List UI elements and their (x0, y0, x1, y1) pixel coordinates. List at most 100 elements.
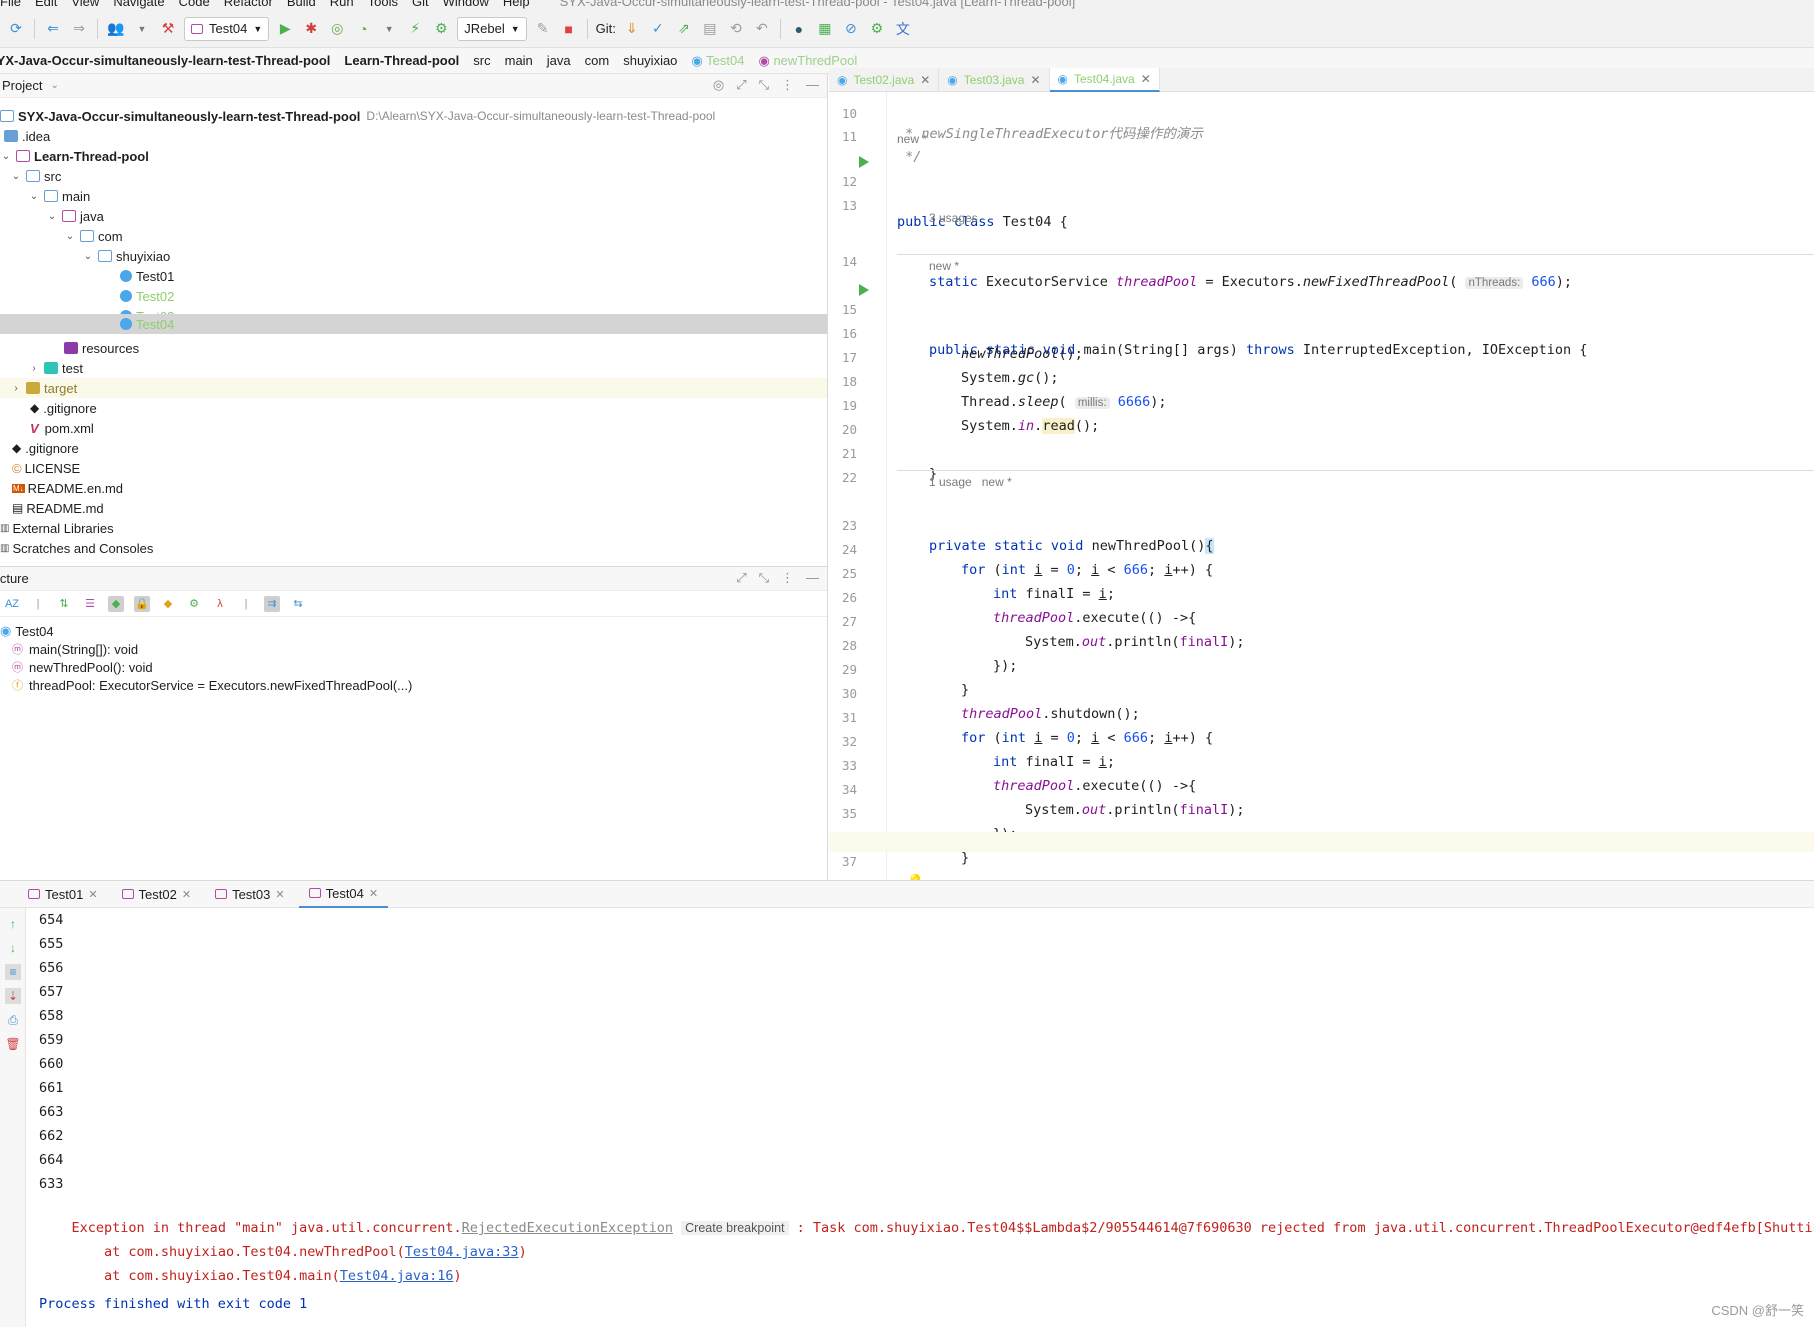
history-icon[interactable]: ⟲ (726, 19, 746, 39)
coverage-icon[interactable]: ◎ (327, 19, 347, 39)
soft-wrap-icon[interactable]: ≡ (5, 964, 21, 980)
git-update-icon[interactable]: ⇓ (622, 19, 642, 39)
forward-arrow-icon[interactable]: ⇒ (69, 19, 89, 39)
tree-item-license[interactable]: © LICENSE (12, 458, 80, 478)
structure-method-main[interactable]: ⓜ main(String[]): void (12, 639, 138, 659)
tab-test04[interactable]: ◉ Test04.java ✕ (1049, 68, 1160, 92)
chevron-down-icon[interactable]: ⌄ (64, 231, 76, 242)
close-icon[interactable]: ✕ (182, 888, 191, 901)
run-gutter-icon[interactable] (859, 284, 869, 296)
structure-title[interactable]: Structure (0, 571, 29, 586)
breadcrumb-com[interactable]: com (585, 53, 610, 68)
minimize-icon[interactable]: — (806, 77, 819, 93)
stop-icon[interactable]: ■ (559, 19, 579, 39)
breadcrumb-main[interactable]: main (505, 53, 533, 68)
chevron-down-icon[interactable]: ⌄ (82, 251, 94, 262)
chevron-right-icon[interactable]: › (10, 383, 22, 394)
breadcrumb-src[interactable]: src (473, 53, 490, 68)
menu-file[interactable]: File (0, 0, 21, 9)
lambda-icon[interactable]: λ (212, 596, 228, 612)
menu-git[interactable]: Git (412, 0, 429, 9)
tree-item-java[interactable]: ⌄ java (46, 206, 104, 226)
expand-icon[interactable]: ⤢ (736, 77, 746, 93)
record-icon[interactable]: ● (789, 19, 809, 39)
trash-icon[interactable]: 🗑 (5, 1036, 21, 1052)
build-hammer-icon[interactable]: ⚒ (158, 19, 178, 39)
close-icon[interactable]: ✕ (275, 888, 284, 901)
chevron-down-icon[interactable]: ⌄ (10, 171, 22, 182)
git-push-icon[interactable]: ⇗ (674, 19, 694, 39)
menu-edit[interactable]: Edit (35, 0, 57, 9)
sort-visibility-icon[interactable]: ⇅ (56, 596, 72, 612)
source-link[interactable]: Test04.java:16 (340, 1268, 454, 1284)
show-fields-icon[interactable]: ☰ (82, 596, 98, 612)
tree-item-external-libraries[interactable]: ▥ External Libraries (0, 518, 114, 538)
project-title[interactable]: Project (2, 78, 42, 93)
tree-item-test04[interactable]: Test04 (0, 314, 827, 334)
collapse-icon[interactable]: ⤡ (759, 570, 769, 586)
breadcrumb-project[interactable]: SYX-Java-Occur-simultaneously-learn-test… (0, 53, 330, 68)
close-icon[interactable]: ✕ (920, 73, 930, 87)
more-options-icon[interactable]: ⋮ (781, 77, 794, 93)
menu-build[interactable]: Build (287, 0, 316, 9)
locate-icon[interactable]: ◎ (713, 77, 724, 93)
rollback-icon[interactable]: ↶ (752, 19, 772, 39)
menu-tools[interactable]: Tools (368, 0, 398, 9)
settings-gear-icon[interactable]: ⚙ (867, 19, 887, 39)
tree-item-gitignore-module[interactable]: ◆ .gitignore (30, 398, 97, 418)
tree-item-main[interactable]: ⌄ main (28, 186, 90, 206)
tree-item-idea[interactable]: .idea (4, 126, 50, 146)
tab-test03[interactable]: ◉ Test03.java ✕ (939, 68, 1050, 92)
tree-item-readme-en[interactable]: M↓ README.en.md (12, 478, 123, 498)
tree-item-pom[interactable]: V pom.xml (30, 418, 94, 438)
run-gutter-icon[interactable] (859, 156, 869, 168)
chevron-down-icon[interactable]: ⌄ (50, 80, 58, 91)
git-annotate-icon[interactable]: ▤ (700, 19, 720, 39)
breadcrumb-java[interactable]: java (547, 53, 571, 68)
tree-item-shuyixiao[interactable]: ⌄ shuyixiao (82, 246, 170, 266)
create-breakpoint-button[interactable]: Create breakpoint (681, 1221, 789, 1235)
inherited-icon[interactable]: ◆ (108, 595, 124, 612)
tree-item-target[interactable]: › target (0, 378, 827, 398)
menu-view[interactable]: View (71, 0, 99, 9)
autoscroll-icon[interactable]: ⇆ (290, 596, 306, 612)
sync-icon[interactable]: ⟳ (6, 19, 26, 39)
run-icon[interactable]: ▶ (275, 19, 295, 39)
tree-item-resources[interactable]: resources (64, 338, 139, 358)
usages-hint[interactable]: 1 usage (929, 475, 972, 489)
menu-run[interactable]: Run (330, 0, 354, 9)
chart-icon[interactable]: ▦ (815, 19, 835, 39)
debug-icon[interactable]: ✱ (301, 19, 321, 39)
chevron-down-icon[interactable]: ▼ (379, 19, 399, 39)
print-icon[interactable]: ⎙ (5, 1012, 21, 1028)
usages-hint[interactable]: 3 usages (929, 211, 978, 229)
tree-item-gitignore-root[interactable]: ◆ .gitignore (12, 438, 79, 458)
profile-icon[interactable]: ◔ (353, 19, 373, 39)
run-tab-test04[interactable]: Test04 ✕ (298, 880, 389, 908)
run-tab-test02[interactable]: Test02 ✕ (112, 880, 202, 908)
run-config-select[interactable]: Test04 ▼ (184, 16, 270, 41)
chevron-right-icon[interactable]: › (28, 363, 40, 374)
properties-icon[interactable]: ◆ (160, 596, 176, 612)
menu-navigate[interactable]: Navigate (113, 0, 164, 9)
tree-item-test[interactable]: › test (28, 358, 83, 378)
scroll-up-icon[interactable]: ↑ (5, 916, 21, 932)
menu-code[interactable]: Code (179, 0, 210, 9)
minimize-icon[interactable]: — (806, 570, 819, 586)
structure-method-newthredpool[interactable]: ⓜ newThredPool(): void (12, 657, 153, 677)
close-icon[interactable]: ✕ (369, 887, 378, 900)
close-icon[interactable]: ✕ (1141, 72, 1151, 86)
chevron-down-icon[interactable]: ⌄ (28, 191, 40, 202)
author-hint[interactable]: new * (897, 132, 927, 150)
close-icon[interactable]: ✕ (1030, 73, 1040, 87)
chevron-down-icon[interactable]: ▼ (132, 19, 152, 39)
back-arrow-icon[interactable]: ⇐ (43, 19, 63, 39)
author-hint[interactable]: new * (929, 259, 959, 277)
tree-item-test02[interactable]: Test02 (120, 286, 174, 306)
chevron-down-icon[interactable]: ⌄ (46, 211, 58, 222)
console-output[interactable]: 654 655 656 657 658 659 660 661 663 662 … (26, 908, 1814, 1327)
git-commit-icon[interactable]: ✓ (648, 19, 668, 39)
scroll-from-source-icon[interactable]: ⇉ (264, 595, 280, 612)
menu-window[interactable]: Window (443, 0, 489, 9)
menu-refactor[interactable]: Refactor (224, 0, 273, 9)
